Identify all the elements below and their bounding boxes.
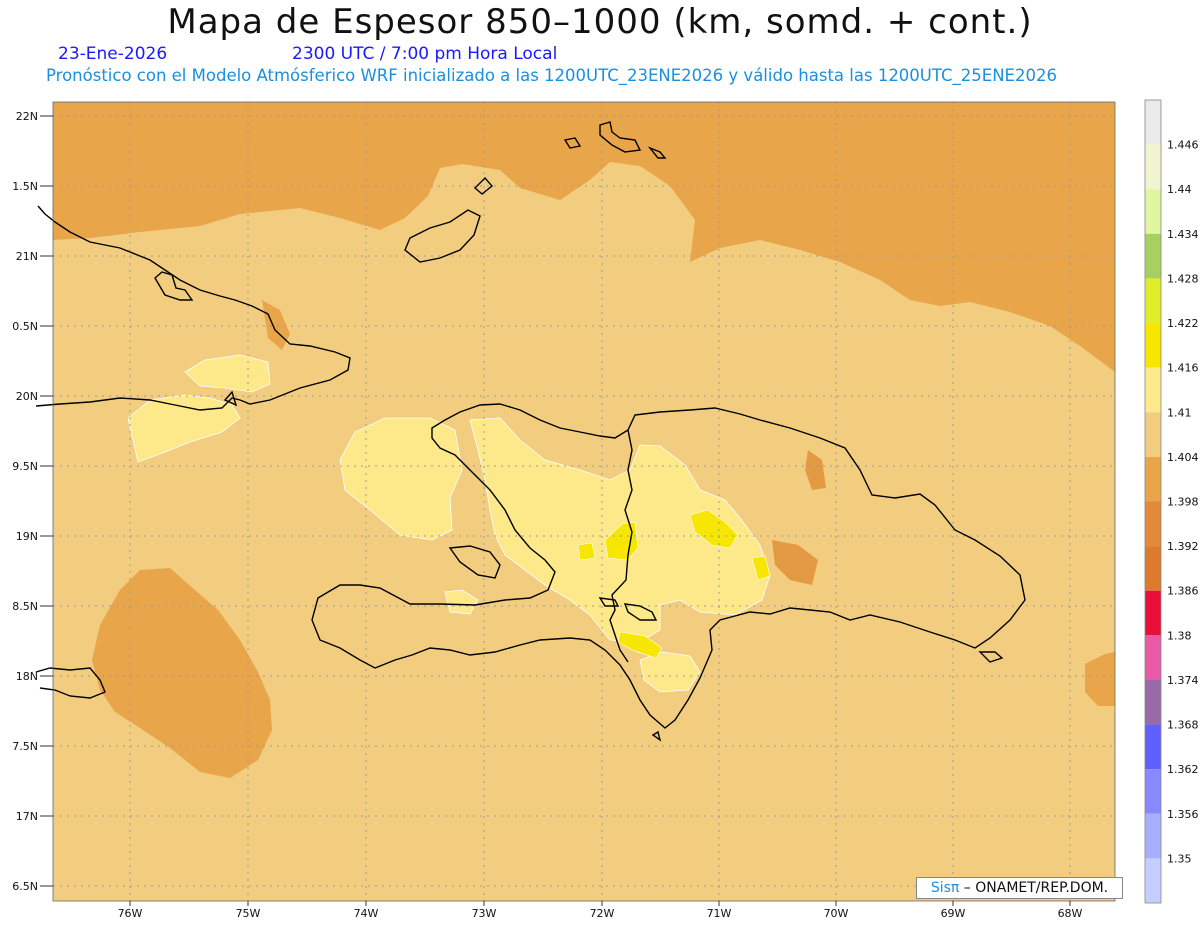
credit-org: – ONAMET/REP.DOM.	[959, 880, 1109, 896]
colorbar-label: 1.392	[1167, 540, 1199, 553]
colorbar-swatch	[1145, 769, 1161, 814]
colorbar-label: 1.38	[1167, 629, 1192, 642]
credit-box: Sisπ – ONAMET/REP.DOM.	[916, 877, 1123, 899]
lat-label: 1.5N	[12, 180, 38, 193]
lat-label: 21N	[16, 250, 38, 263]
thickness-zone-1416-peak-3	[577, 542, 596, 561]
credit-sis: Sisπ	[930, 880, 960, 896]
thickness-map: 22N 1.5N 21N 0.5N 20N 9.5N 19N 8.5N 18N 7.5N 17N 6.…	[12, 99, 1199, 920]
colorbar-swatch	[1145, 323, 1161, 368]
colorbar-swatch	[1145, 233, 1161, 279]
lon-label: 69W	[941, 907, 966, 920]
lat-label: 19N	[16, 530, 38, 543]
colorbar-label: 1.374	[1167, 674, 1199, 687]
colorbar-swatch	[1145, 278, 1161, 324]
colorbar-label: 1.41	[1167, 406, 1192, 419]
colorbar-swatch	[1145, 679, 1161, 725]
lat-label: 17N	[16, 810, 38, 823]
colorbar-swatch	[1145, 635, 1161, 680]
colorbar-label: 1.404	[1167, 451, 1199, 464]
colorbar-swatch	[1145, 590, 1161, 636]
colorbar-label: 1.362	[1167, 763, 1199, 776]
colorbar-label: 1.398	[1167, 496, 1199, 509]
colorbar-swatch	[1145, 456, 1161, 502]
colorbar-swatch	[1145, 100, 1161, 145]
colorbar: 1.446 1.44 1.434 1.428 1.422 1.416 1.41 1.404 1.…	[1144, 99, 1199, 904]
colorbar-swatch	[1145, 367, 1161, 413]
colorbar-swatch	[1145, 501, 1161, 547]
colorbar-swatch	[1145, 813, 1161, 859]
lat-label: 9.5N	[12, 460, 38, 473]
lon-label: 68W	[1058, 907, 1083, 920]
lon-label: 75W	[236, 907, 261, 920]
lat-label: 7.5N	[12, 740, 38, 753]
lat-label: 20N	[16, 390, 38, 403]
lon-label: 70W	[824, 907, 849, 920]
lon-label: 76W	[118, 907, 143, 920]
lon-label: 71W	[707, 907, 732, 920]
lon-label: 72W	[590, 907, 615, 920]
colorbar-swatch	[1145, 724, 1161, 770]
colorbar-swatch	[1145, 189, 1161, 234]
colorbar-label: 1.35	[1167, 852, 1192, 865]
colorbar-label: 1.368	[1167, 719, 1199, 732]
lat-label: 18N	[16, 670, 38, 683]
lat-label: 6.5N	[12, 880, 38, 893]
longitude-labels: 76W 75W 74W 73W 72W 71W 70W 69W 68W	[118, 901, 1083, 920]
colorbar-swatch	[1145, 144, 1161, 190]
colorbar-swatch	[1145, 858, 1161, 903]
colorbar-label: 1.416	[1167, 362, 1199, 375]
colorbar-label: 1.434	[1167, 228, 1199, 241]
lon-label: 74W	[354, 907, 379, 920]
lat-label: 8.5N	[12, 600, 38, 613]
colorbar-swatch	[1145, 412, 1161, 457]
colorbar-label: 1.446	[1167, 139, 1199, 152]
colorbar-label: 1.44	[1167, 183, 1192, 196]
colorbar-swatch	[1145, 546, 1161, 591]
colorbar-label: 1.386	[1167, 585, 1199, 598]
lat-label: 0.5N	[12, 320, 38, 333]
colorbar-label: 1.428	[1167, 272, 1199, 285]
lat-label: 22N	[16, 110, 38, 123]
lon-label: 73W	[472, 907, 497, 920]
latitude-labels: 22N 1.5N 21N 0.5N 20N 9.5N 19N 8.5N 18N 7.5N 17N 6.…	[12, 110, 53, 893]
colorbar-label: 1.356	[1167, 808, 1199, 821]
colorbar-label: 1.422	[1167, 317, 1199, 330]
